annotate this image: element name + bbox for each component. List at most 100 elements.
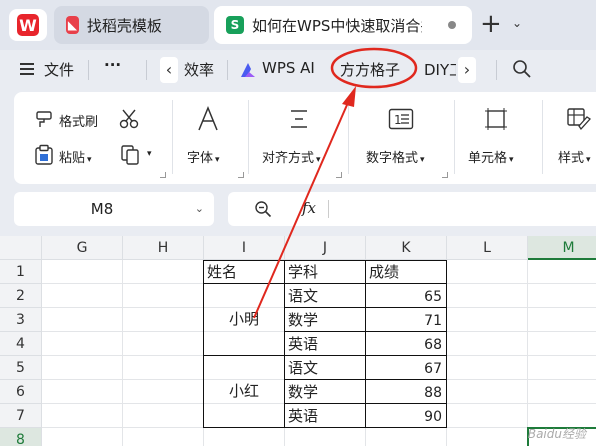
chevron-down-icon: ▾	[215, 155, 220, 165]
menu-item-wps-ai[interactable]: WPS AI	[262, 59, 315, 77]
title-bar: W ◣ 找稻壳模板 S 如何在WPS中快速取消合并 + ⌄	[0, 0, 596, 50]
row-header-selected[interactable]: 8	[0, 428, 42, 446]
align-label: 对齐方式	[262, 151, 315, 166]
divider	[348, 100, 349, 174]
chevron-down-icon[interactable]: ⌄	[195, 202, 204, 215]
group-expand-icon[interactable]	[160, 172, 166, 178]
style-button[interactable]: 样式 ▾	[558, 147, 591, 166]
divider	[146, 60, 147, 80]
column-header[interactable]: K	[366, 236, 447, 260]
wps-logo-icon: W	[17, 14, 39, 36]
chevron-down-icon: ▾	[87, 155, 92, 165]
format-painter-icon	[36, 111, 52, 127]
format-painter-button[interactable]: 格式刷	[59, 111, 98, 130]
row-header[interactable]: 5	[0, 356, 42, 380]
menu-icon[interactable]	[20, 63, 34, 75]
wps-template-icon: ◣	[66, 16, 79, 34]
chevron-down-icon[interactable]: ▾	[147, 149, 152, 159]
tab-document[interactable]: S 如何在WPS中快速取消合并	[214, 6, 472, 44]
search-icon[interactable]	[512, 59, 532, 79]
cell-button[interactable]: 单元格 ▾	[468, 147, 514, 166]
more-menu-button[interactable]: ···	[104, 56, 121, 74]
score-cell[interactable]: 65	[366, 286, 442, 308]
merged-name-cell[interactable]: 小明	[204, 308, 284, 330]
chevron-down-icon[interactable]: ⌄	[512, 16, 522, 30]
divider	[496, 60, 497, 80]
style-label: 样式	[558, 151, 585, 166]
tab-label: 找稻壳模板	[86, 16, 162, 35]
row-header[interactable]: 1	[0, 260, 42, 284]
column-header[interactable]: G	[42, 236, 123, 260]
file-menu[interactable]: 文件	[44, 59, 74, 80]
column-header[interactable]: J	[285, 236, 366, 260]
align-button[interactable]: 对齐方式 ▾	[262, 147, 321, 166]
column-header-selected[interactable]: M	[528, 236, 596, 260]
copy-icon[interactable]	[120, 144, 140, 166]
table-border	[446, 260, 447, 428]
formula-input[interactable]: fx	[228, 192, 596, 226]
cell-icon	[485, 108, 507, 130]
paste-button[interactable]: 粘贴 ▾	[59, 147, 92, 166]
wps-ai-icon	[241, 63, 255, 77]
chevron-down-icon: ▾	[420, 155, 425, 165]
number-format-icon: 1	[388, 108, 414, 130]
menu-item-efficiency[interactable]: 效率	[184, 59, 214, 80]
menu-item-diy[interactable]: DIY工	[424, 59, 456, 80]
column-header[interactable]: I	[204, 236, 285, 260]
style-icon	[567, 108, 591, 131]
row-header[interactable]: 4	[0, 332, 42, 356]
score-cell[interactable]: 71	[366, 310, 442, 332]
scroll-right-button[interactable]: ›	[458, 57, 476, 83]
group-expand-icon[interactable]	[336, 172, 342, 178]
score-cell[interactable]: 67	[366, 358, 442, 380]
table-header-name[interactable]: 姓名	[207, 261, 237, 283]
score-cell[interactable]: 68	[366, 334, 442, 356]
subject-cell[interactable]: 英语	[288, 333, 318, 355]
group-expand-icon[interactable]	[238, 172, 244, 178]
group-expand-icon[interactable]	[442, 172, 448, 178]
column-header[interactable]: H	[123, 236, 204, 260]
subject-cell[interactable]: 语文	[288, 285, 318, 307]
number-format-label: 数字格式	[366, 151, 419, 166]
subject-cell[interactable]: 数学	[288, 381, 318, 403]
menu-item-ffcell[interactable]: 方方格子	[340, 59, 400, 80]
tab-template[interactable]: ◣ 找稻壳模板	[54, 6, 209, 44]
unsaved-dot-icon[interactable]	[448, 21, 456, 29]
row-header[interactable]: 7	[0, 404, 42, 428]
spreadsheet-grid[interactable]: G H I J K L M 1 2 3 4 5 6 7 8 姓名 学科 成绩 小…	[0, 236, 596, 446]
cut-icon[interactable]	[118, 108, 140, 130]
scroll-left-button[interactable]: ‹	[160, 57, 178, 83]
score-cell[interactable]: 90	[366, 406, 442, 428]
name-box[interactable]: M8 ⌄	[14, 192, 214, 226]
subject-cell[interactable]: 语文	[288, 357, 318, 379]
score-cell[interactable]: 88	[366, 382, 442, 404]
chevron-down-icon: ▾	[316, 155, 321, 165]
font-button[interactable]: 字体 ▾	[187, 147, 220, 166]
formula-bar: M8 ⌄ fx	[0, 186, 596, 236]
merged-name-cell[interactable]: 小红	[204, 380, 284, 402]
subject-cell[interactable]: 英语	[288, 405, 318, 427]
wps-home-button[interactable]: W	[9, 9, 47, 41]
watermark: Baidu经验	[527, 427, 586, 441]
table-border	[203, 260, 204, 428]
zoom-out-icon[interactable]	[254, 200, 272, 218]
subject-cell[interactable]: 数学	[288, 309, 318, 331]
divider	[542, 100, 543, 174]
column-header[interactable]: L	[447, 236, 528, 260]
row-header[interactable]: 2	[0, 284, 42, 308]
chevron-down-icon: ▾	[586, 155, 591, 165]
row-header[interactable]: 6	[0, 380, 42, 404]
row-header[interactable]: 3	[0, 308, 42, 332]
spreadsheet-icon: S	[226, 16, 244, 34]
select-all-corner[interactable]	[0, 236, 42, 260]
menu-bar: 文件 ··· ‹ 效率 WPS AI 方方格子 DIY工 ›	[0, 50, 596, 90]
table-header-subject[interactable]: 学科	[288, 261, 318, 283]
divider	[328, 200, 329, 218]
number-format-button[interactable]: 数字格式 ▾	[366, 147, 425, 166]
align-icon	[291, 110, 307, 128]
cell-reference: M8	[90, 200, 114, 218]
divider	[227, 60, 228, 80]
new-tab-button[interactable]: +	[480, 10, 502, 38]
table-header-score[interactable]: 成绩	[369, 261, 399, 283]
fx-icon[interactable]: fx	[302, 199, 316, 217]
